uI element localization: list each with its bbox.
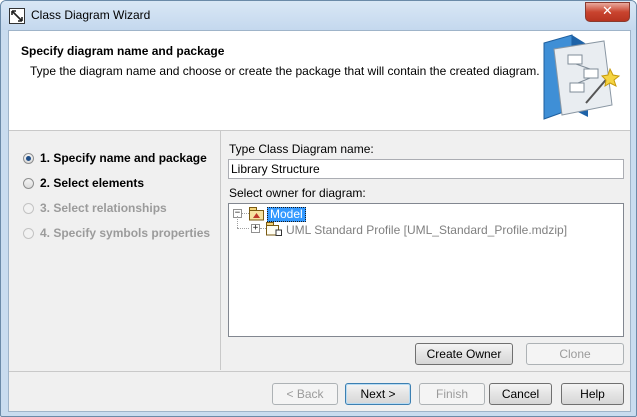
cancel-button[interactable]: Cancel — [489, 383, 552, 405]
step-radio — [23, 203, 34, 214]
wizard-illustration — [543, 34, 621, 120]
diagram-name-input[interactable]: Library Structure — [228, 159, 624, 179]
tree-node-model[interactable]: − Model — [229, 206, 623, 222]
back-button[interactable]: < Back — [272, 383, 338, 405]
wizard-header: Specify diagram name and package Type th… — [9, 31, 630, 131]
step-label: 2. Select elements — [40, 176, 145, 190]
tree-node-label: UML Standard Profile [UML_Standard_Profi… — [286, 223, 568, 237]
page-description: Type the diagram name and choose or crea… — [30, 64, 540, 78]
tree-node-label: Model — [267, 207, 306, 222]
help-button[interactable]: Help — [561, 383, 624, 405]
page-title: Specify diagram name and package — [21, 44, 225, 58]
step-label: 3. Select relationships — [40, 201, 167, 215]
tree-connector — [237, 228, 249, 229]
wizard-body: Specify diagram name and package Type th… — [8, 30, 631, 412]
step-label: 1. Specify name and package — [40, 151, 207, 165]
wizard-window: Class Diagram Wizard ✕ Specify diagram n… — [0, 0, 637, 417]
package-icon — [249, 207, 264, 221]
next-button[interactable]: Next > — [345, 383, 411, 405]
tree-node-uml-standard-profile[interactable]: + UML Standard Profile [UML_Standard_Pro… — [229, 222, 623, 238]
window-title: Class Diagram Wizard — [31, 8, 151, 22]
create-owner-button[interactable]: Create Owner — [415, 343, 513, 365]
owner-label: Select owner for diagram: — [229, 186, 366, 200]
step-radio[interactable] — [23, 153, 34, 164]
class-diagram-app-icon — [9, 8, 25, 24]
finish-button[interactable]: Finish — [419, 383, 485, 405]
step-label: 4. Specify symbols properties — [40, 226, 211, 240]
clone-button[interactable]: Clone — [526, 343, 624, 365]
close-icon: ✕ — [602, 4, 613, 19]
step-content: Type Class Diagram name: Library Structu… — [221, 131, 630, 370]
expand-icon[interactable]: + — [251, 224, 260, 233]
step-radio — [23, 228, 34, 239]
steps-panel: 1. Specify name and package 2. Select el… — [9, 131, 221, 370]
footer-divider — [9, 371, 630, 372]
diagram-name-label: Type Class Diagram name: — [229, 142, 374, 156]
profile-package-icon — [266, 222, 282, 236]
close-button[interactable]: ✕ — [585, 2, 630, 22]
owner-tree[interactable]: − Model + UML Standard Profile [UML_Stan… — [228, 203, 624, 337]
radio-selected-dot — [26, 156, 31, 161]
title-bar[interactable]: Class Diagram Wizard ✕ — [1, 1, 636, 30]
step-radio[interactable] — [23, 178, 34, 189]
tree-connector — [242, 213, 249, 214]
